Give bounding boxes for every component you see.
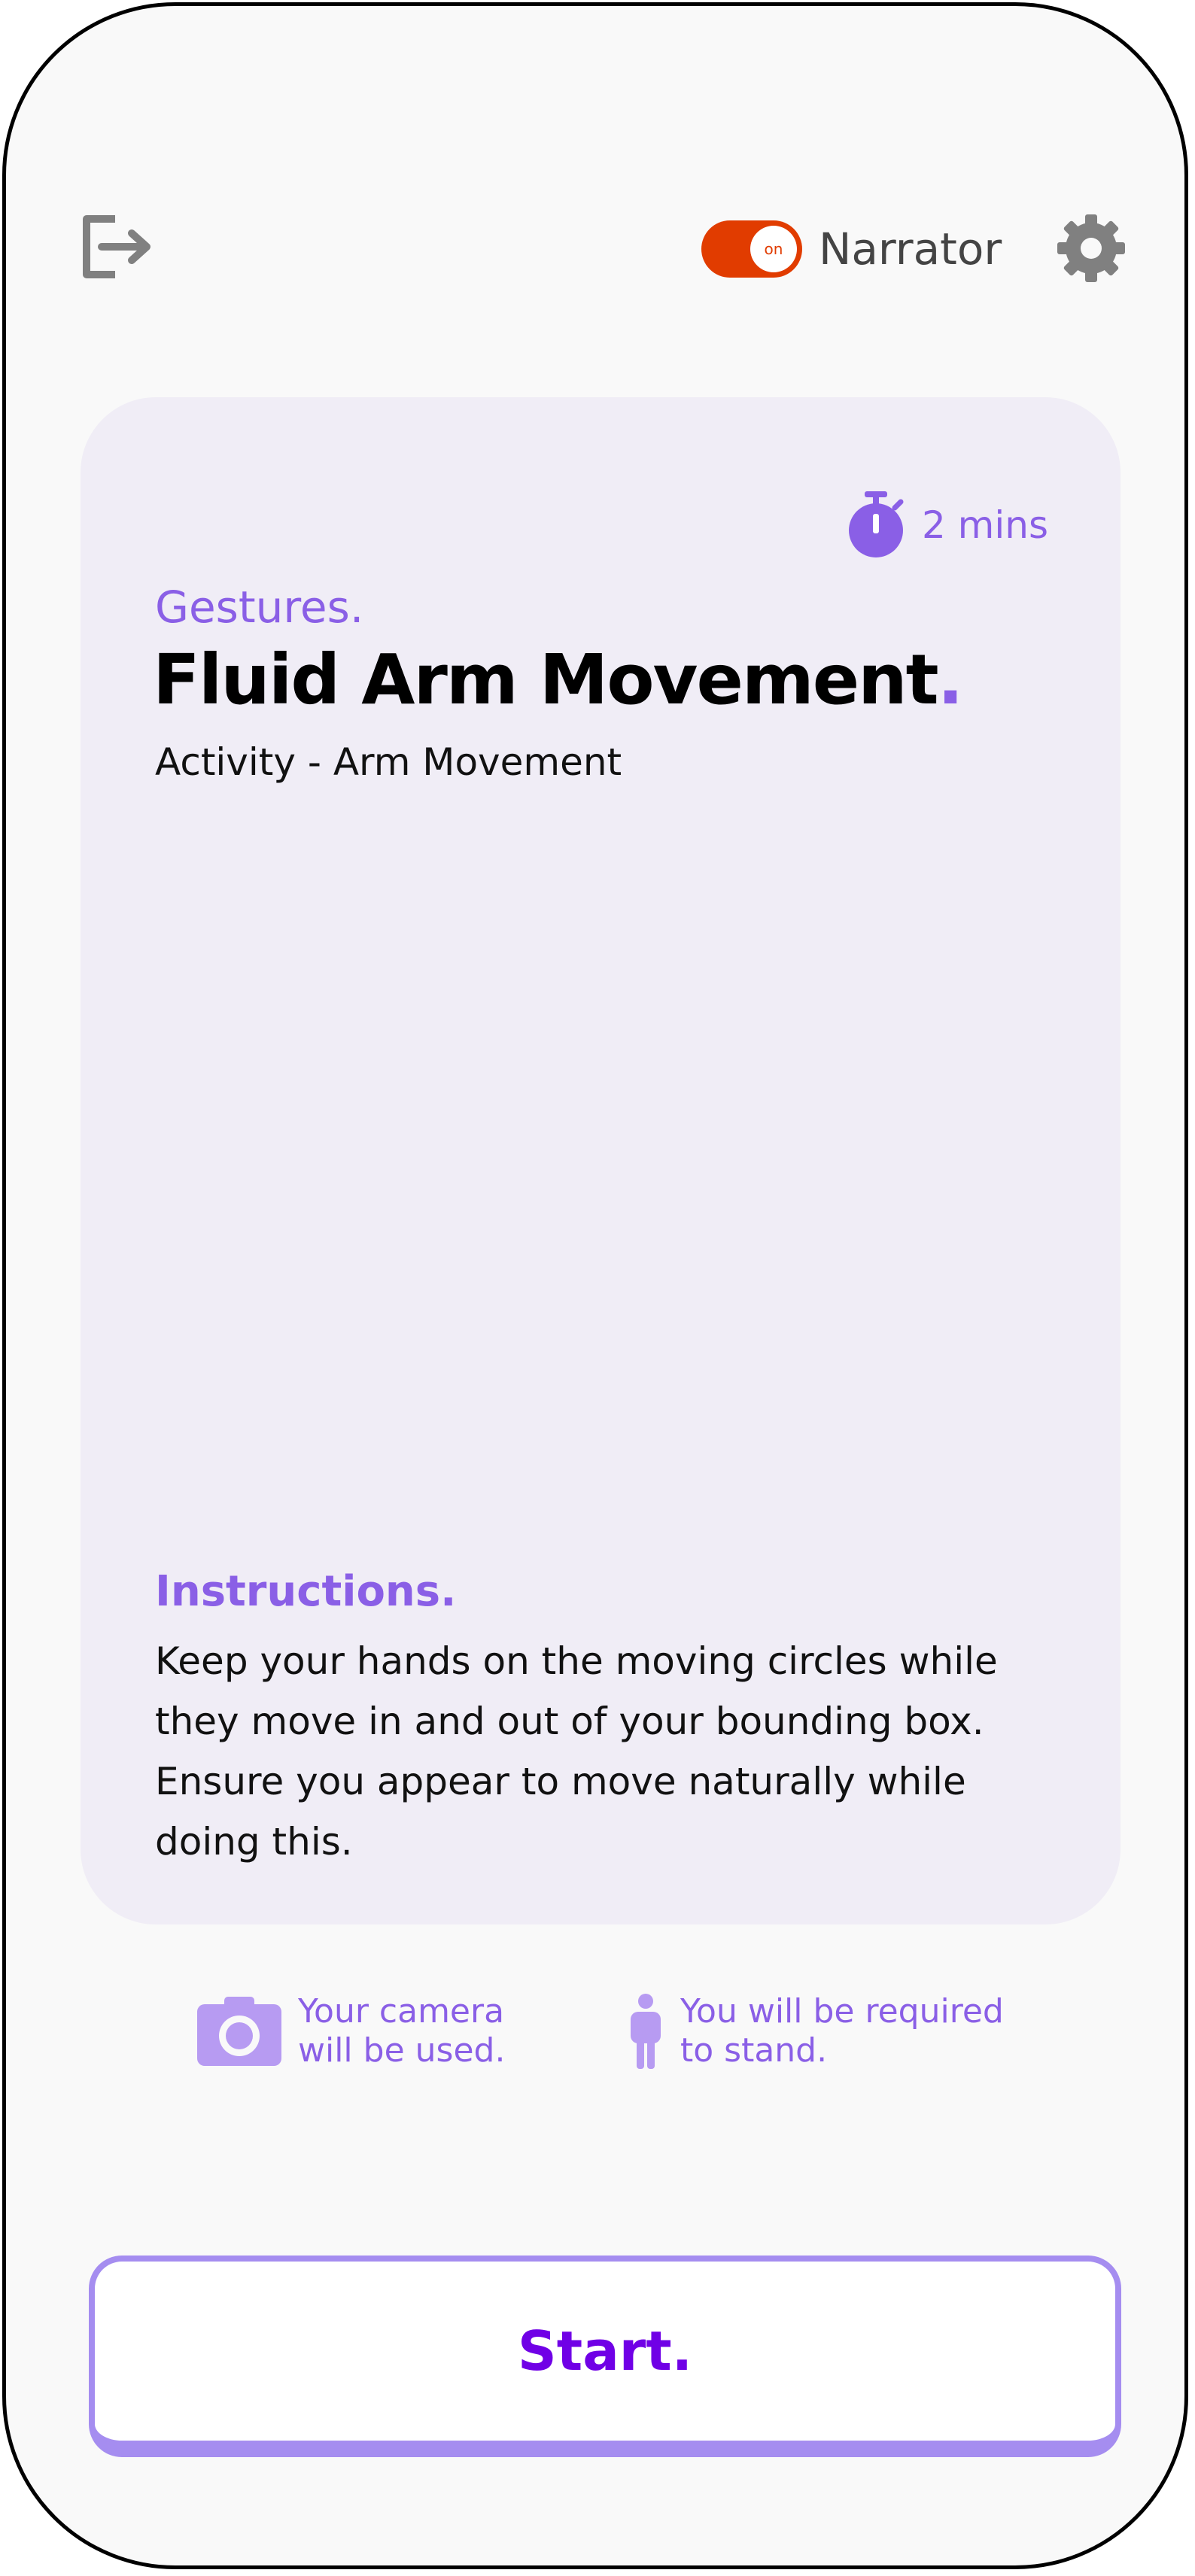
title-accent-dot: . bbox=[937, 639, 964, 720]
activity-title: Fluid Arm Movement. bbox=[153, 646, 964, 715]
duration-indicator: 2 mins bbox=[847, 488, 1048, 563]
instructions-text: Keep your hands on the moving circles wh… bbox=[155, 1639, 998, 1864]
narrator-toggle[interactable]: on bbox=[701, 220, 802, 278]
stopwatch-icon bbox=[848, 491, 904, 557]
camera-requirement: Your camera will be used. bbox=[197, 1992, 505, 2070]
camera-icon bbox=[197, 1997, 281, 2066]
activity-card: 2 mins Gestures. Fluid Arm Movement. Act… bbox=[81, 397, 1121, 1924]
activity-subtitle: Activity - Arm Movement bbox=[155, 740, 622, 784]
gear-icon bbox=[1057, 214, 1125, 282]
instructions-heading: Instructions. bbox=[155, 1567, 457, 1616]
standing-requirement: You will be required to stand. bbox=[628, 1992, 1004, 2070]
person-standing-icon bbox=[631, 1994, 661, 2069]
exit-button[interactable] bbox=[79, 213, 162, 281]
camera-requirement-text: Your camera will be used. bbox=[298, 1992, 506, 2070]
standing-requirement-text: You will be required to stand. bbox=[680, 1992, 1004, 2070]
start-button[interactable]: Start. bbox=[89, 2256, 1121, 2457]
toggle-state-label: on bbox=[750, 226, 797, 272]
start-button-label: Start. bbox=[517, 2319, 693, 2383]
settings-button[interactable] bbox=[1056, 213, 1127, 284]
activity-category: Gestures. bbox=[155, 582, 364, 633]
activity-title-text: Fluid Arm Movement bbox=[153, 639, 939, 720]
duration-text: 2 mins bbox=[921, 503, 1048, 547]
phone-frame: on Narrator 2 mins Gestures. Fluid Arm M… bbox=[2, 2, 1188, 2569]
exit-icon bbox=[83, 215, 151, 278]
narrator-label: Narrator bbox=[819, 223, 1002, 275]
